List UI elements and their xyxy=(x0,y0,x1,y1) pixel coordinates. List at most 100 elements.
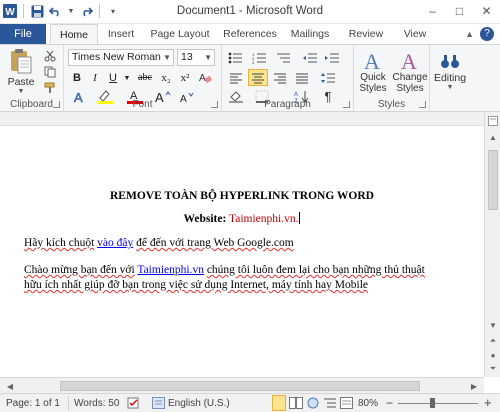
previous-page-icon[interactable]: ⏶ xyxy=(485,334,500,348)
zoom-in-button[interactable]: + xyxy=(484,395,492,410)
tab-home[interactable]: Home xyxy=(50,24,98,44)
help-icon[interactable]: ? xyxy=(480,27,494,41)
editing-button[interactable]: Editing ▼ xyxy=(432,49,468,93)
font-launcher-icon[interactable] xyxy=(211,101,218,108)
qat-separator-2 xyxy=(99,4,100,18)
paste-button[interactable]: Paste ▼ xyxy=(6,47,36,95)
word-count[interactable]: Words: 50 xyxy=(74,398,119,409)
website-line: Website: Taimienphi.vn. xyxy=(0,212,484,225)
font-family-select[interactable]: Times New Roman ▼ xyxy=(68,49,174,66)
zoom-slider-thumb[interactable] xyxy=(430,398,435,408)
redo-icon[interactable] xyxy=(78,3,94,19)
page-count[interactable]: Page: 1 of 1 xyxy=(6,398,60,409)
hyperlink-vao-day[interactable]: vào đây xyxy=(97,237,133,249)
horizontal-scroll-thumb[interactable] xyxy=(60,381,420,391)
clipboard-group: Paste ▼ Clipboard xyxy=(0,45,64,111)
zoom-slider-track[interactable] xyxy=(398,403,478,404)
quick-styles-label-1: Quick xyxy=(360,72,386,83)
paste-dropdown-icon[interactable]: ▼ xyxy=(18,88,25,95)
align-right-icon[interactable] xyxy=(270,69,290,86)
paragraph-2-text-c: hữu ích nhất giúp đỡ bạn trong việc sử d… xyxy=(24,279,368,291)
outline-view-icon[interactable] xyxy=(323,397,337,412)
minimize-ribbon-icon[interactable]: ▲ xyxy=(465,29,474,39)
bullets-icon[interactable] xyxy=(226,49,246,66)
styles-launcher-icon[interactable] xyxy=(419,101,426,108)
svg-text:A: A xyxy=(294,92,298,98)
cut-icon[interactable] xyxy=(42,49,58,63)
multilevel-list-icon[interactable] xyxy=(274,49,294,66)
clear-formatting-icon[interactable]: A xyxy=(196,69,214,86)
undo-icon[interactable] xyxy=(48,3,64,19)
draft-view-icon[interactable] xyxy=(340,397,354,412)
svg-text:A: A xyxy=(364,50,380,72)
tab-view[interactable]: View xyxy=(398,24,432,44)
line-spacing-icon[interactable] xyxy=(318,69,338,86)
font-label: Font xyxy=(132,99,153,110)
change-styles-button[interactable]: A Change Styles xyxy=(392,47,428,97)
paragraph-2: Chào mừng bạn đến với Taimienphi.vn chún… xyxy=(24,264,425,276)
tab-insert[interactable]: Insert xyxy=(100,24,142,44)
tab-review[interactable]: Review xyxy=(344,24,388,44)
document-heading: REMOVE TOÀN BỘ HYPERLINK TRONG WORD xyxy=(109,190,374,202)
word-logo-icon[interactable]: W xyxy=(2,3,18,19)
paragraph-1-text-a: Hãy kích chuột xyxy=(24,237,95,249)
horizontal-scrollbar[interactable]: ◀ ▶ xyxy=(0,377,484,393)
zoom-out-button[interactable]: − xyxy=(386,396,393,410)
justify-icon[interactable] xyxy=(292,69,312,86)
scroll-left-icon[interactable]: ◀ xyxy=(2,379,18,393)
increase-indent-icon[interactable] xyxy=(322,49,342,66)
hyperlink-taimienphi[interactable]: Taimienphi.vn xyxy=(137,264,204,276)
browse-object-icon[interactable]: ● xyxy=(485,348,500,362)
maximize-button[interactable]: □ xyxy=(446,0,473,22)
status-bar: Page: 1 of 1 Words: 50 English (U.S.) 80… xyxy=(0,393,500,412)
underline-button[interactable]: U xyxy=(104,69,122,86)
minimize-button[interactable]: – xyxy=(419,0,446,22)
paragraph-2-text-b: chúng tôi luôn đem lại cho bạn những thủ… xyxy=(206,264,425,276)
bold-button[interactable]: B xyxy=(68,69,86,86)
scroll-right-icon[interactable]: ▶ xyxy=(466,379,482,393)
tab-references[interactable]: References xyxy=(220,24,280,44)
next-page-icon[interactable]: ⏷ xyxy=(485,362,500,376)
underline-dropdown-icon[interactable]: ▼ xyxy=(122,69,132,86)
proofing-icon[interactable] xyxy=(127,397,141,412)
subscript-button[interactable]: x₂ xyxy=(157,69,175,86)
full-screen-reading-icon[interactable] xyxy=(289,397,303,412)
paste-label: Paste xyxy=(7,75,35,88)
decrease-indent-icon[interactable] xyxy=(300,49,320,66)
chevron-down-icon[interactable]: ▾ xyxy=(105,3,121,19)
quick-styles-icon: A xyxy=(364,50,380,72)
font-size-select[interactable]: 13 ▼ xyxy=(177,49,215,66)
scroll-down-icon[interactable]: ▼ xyxy=(485,318,500,332)
vertical-scrollbar[interactable]: ▲ ▼ ⏶ ● ⏷ xyxy=(484,112,500,377)
italic-button[interactable]: I xyxy=(86,69,104,86)
ruler-strip xyxy=(0,112,484,126)
web-layout-icon[interactable] xyxy=(306,397,320,412)
strikethrough-button[interactable]: abc xyxy=(134,69,156,86)
change-styles-label-1: Change xyxy=(392,72,428,83)
align-left-icon[interactable] xyxy=(226,69,246,86)
redo-chevron-icon[interactable]: ▼ xyxy=(67,3,75,19)
tab-file[interactable]: File xyxy=(0,24,46,44)
zoom-level[interactable]: 80% xyxy=(358,398,378,409)
close-button[interactable]: ✕ xyxy=(473,0,500,22)
ruler-toggle-icon[interactable] xyxy=(485,114,500,128)
save-icon[interactable] xyxy=(29,3,45,19)
change-styles-label-2: Styles xyxy=(396,83,424,94)
print-layout-view-icon[interactable] xyxy=(272,395,286,411)
quick-styles-button[interactable]: A Quick Styles xyxy=(356,47,390,97)
chevron-down-icon: ▼ xyxy=(163,53,171,62)
tab-page-layout[interactable]: Page Layout xyxy=(146,24,214,44)
paragraph-launcher-icon[interactable] xyxy=(343,101,350,108)
tab-mailings[interactable]: Mailings xyxy=(286,24,334,44)
font-family-value: Times New Roman xyxy=(72,51,161,63)
scroll-up-icon[interactable]: ▲ xyxy=(485,130,500,144)
numbering-icon[interactable]: 123 xyxy=(250,49,270,66)
clipboard-launcher-icon[interactable] xyxy=(53,101,60,108)
format-painter-icon[interactable] xyxy=(42,81,58,95)
vertical-scroll-thumb[interactable] xyxy=(488,150,498,210)
align-center-icon[interactable] xyxy=(248,69,268,86)
copy-icon[interactable] xyxy=(42,65,58,79)
document-page[interactable]: REMOVE TOÀN BỘ HYPERLINK TRONG WORD Webs… xyxy=(0,126,484,377)
superscript-button[interactable]: x² xyxy=(176,69,194,86)
language-status[interactable]: English (U.S.) xyxy=(168,398,230,409)
